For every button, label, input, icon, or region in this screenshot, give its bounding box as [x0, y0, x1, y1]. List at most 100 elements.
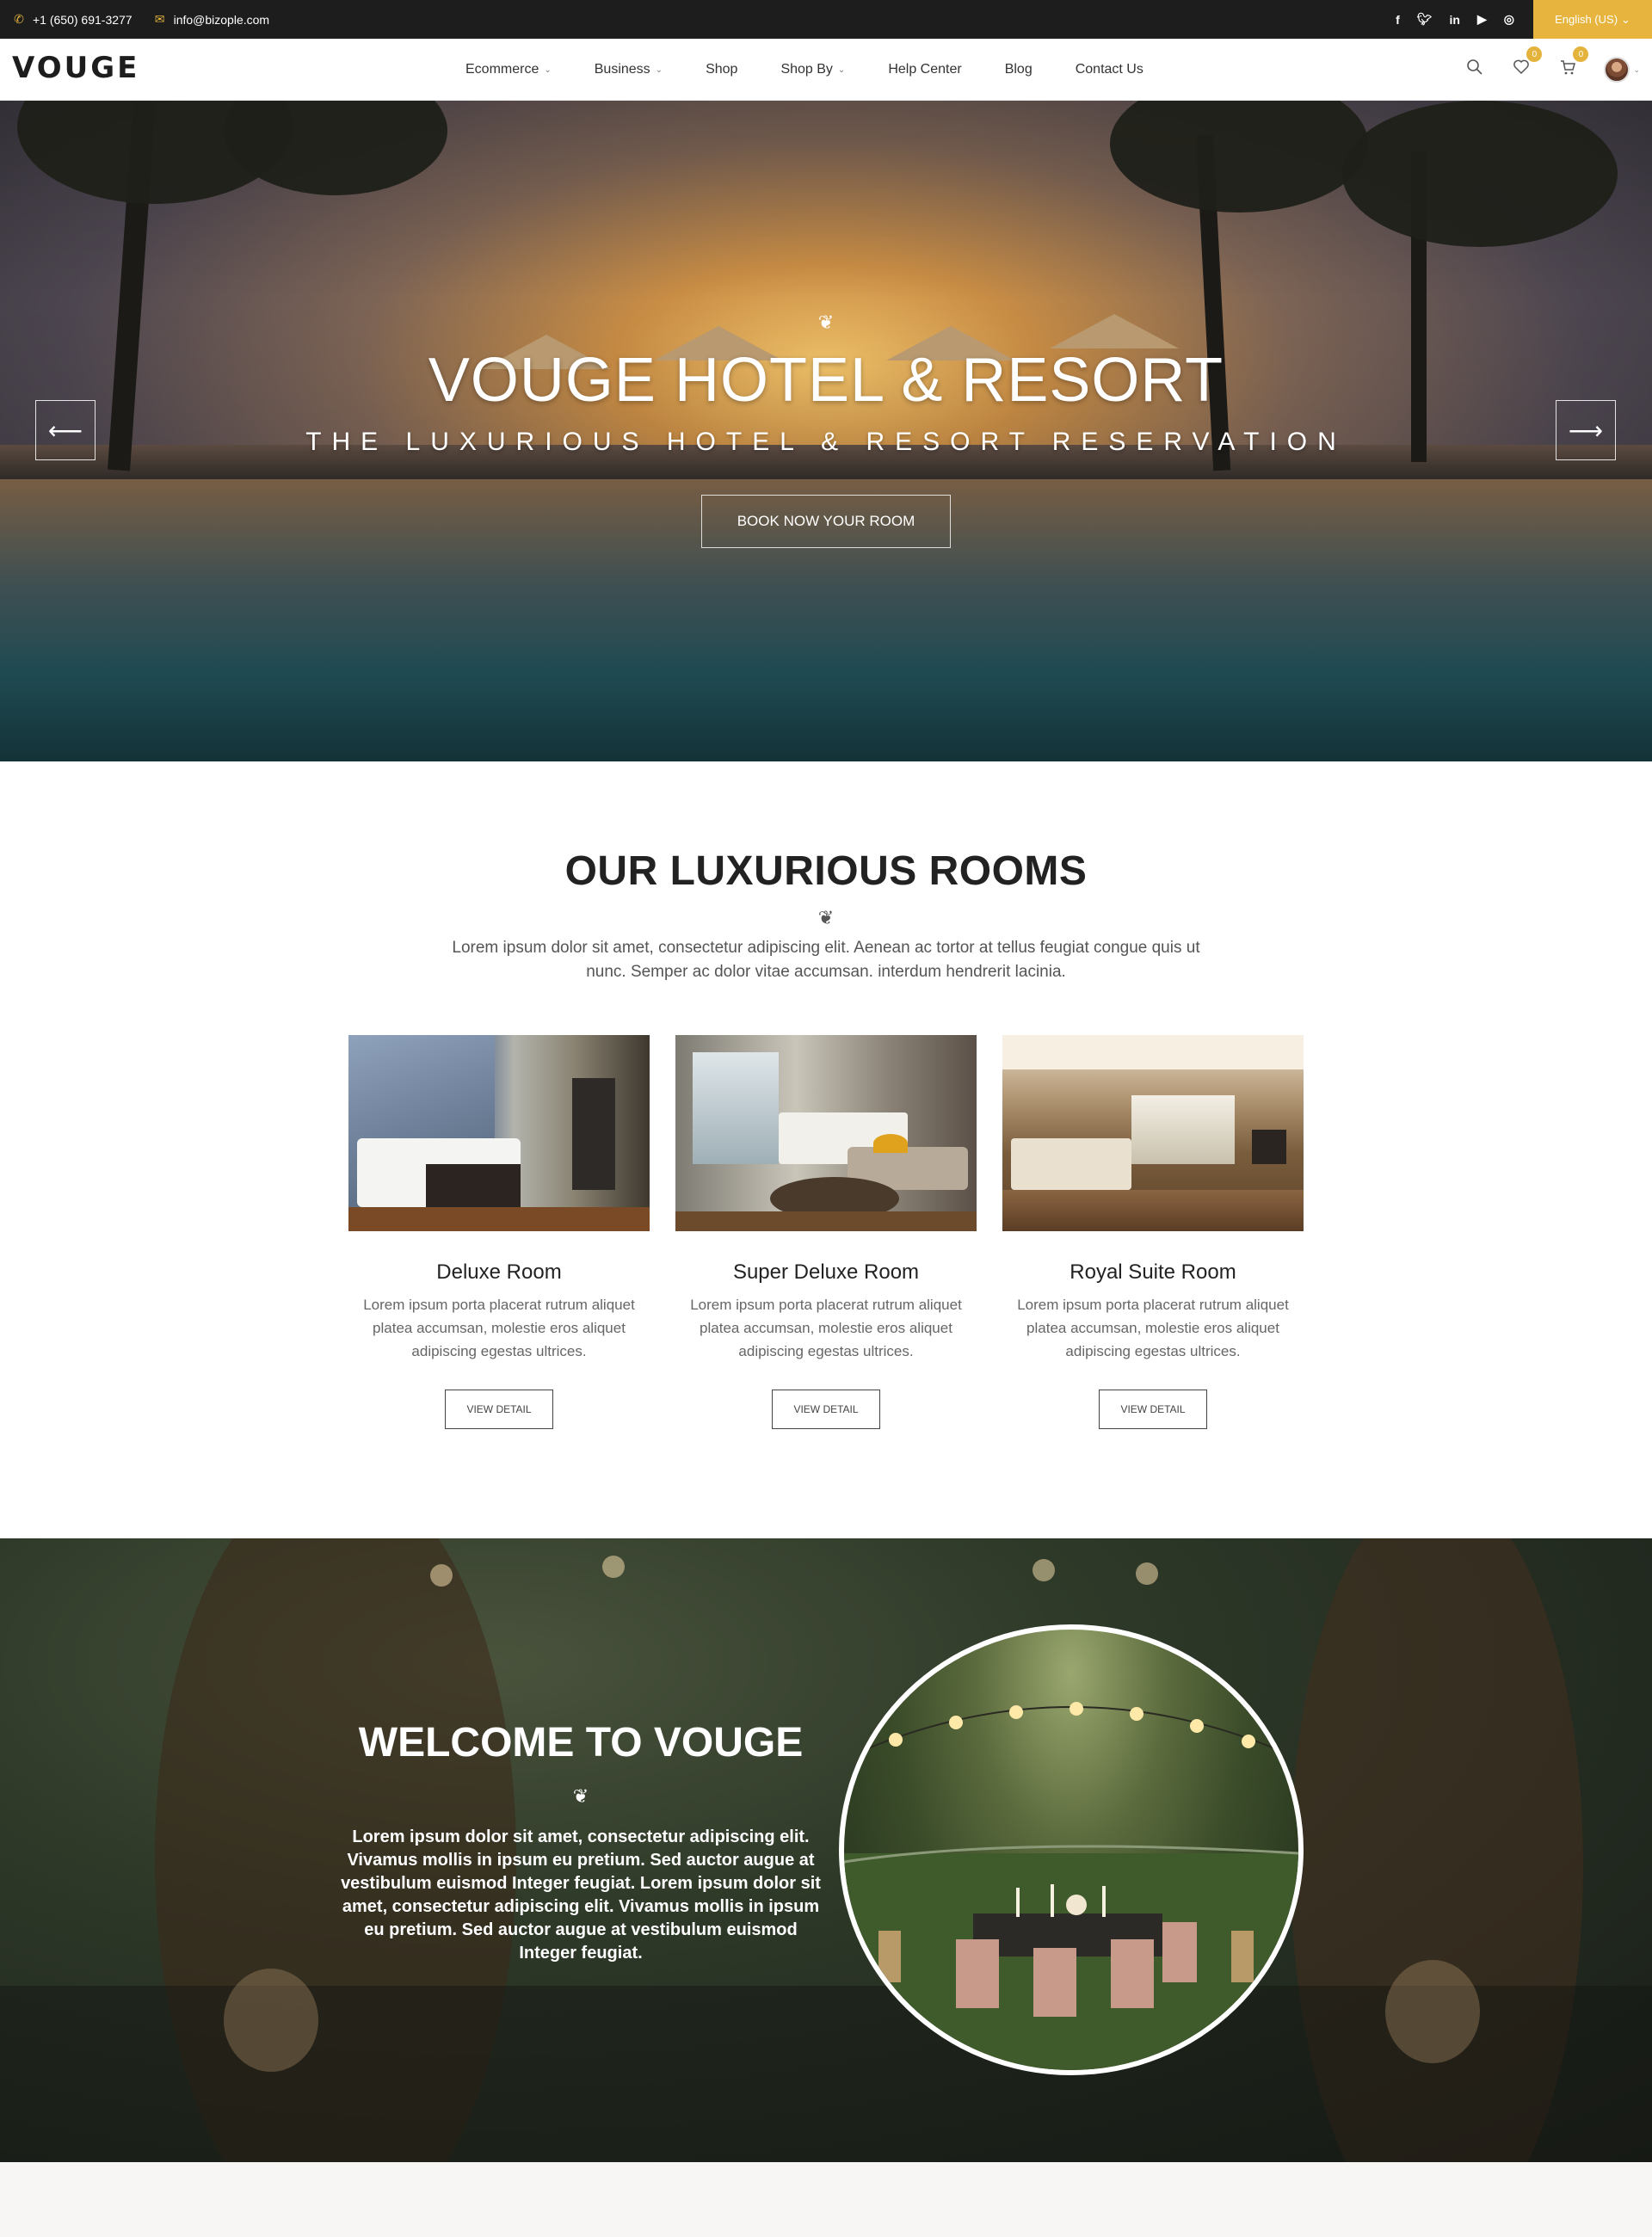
ornament-icon: ❦	[817, 312, 835, 334]
language-label: English (US)	[1555, 13, 1618, 26]
main-header: VOUGE Ecommerce ⌄ Business ⌄ Shop Shop By ⌄…	[0, 39, 1652, 101]
room-card: Super Deluxe Room Lorem ipsum porta plac…	[675, 1035, 977, 1429]
hero-subtitle: THE LUXURIOUS HOTEL & RESORT RESERVATION	[305, 428, 1347, 456]
room-text: Lorem ipsum porta placerat rutrum alique…	[363, 1297, 635, 1359]
twitter-icon[interactable]: 🐦︎	[1417, 12, 1433, 27]
ornament-icon: ❦	[572, 1786, 589, 1808]
phone-icon: ✆	[14, 12, 24, 26]
bed-graphic	[1011, 1138, 1131, 1190]
top-bar: ✆ +1 (650) 691-3277 ✉ info@bizople.com f…	[0, 0, 1652, 39]
rooms-section: OUR LUXURIOUS ROOMS ❦ Lorem ipsum dolor …	[0, 761, 1652, 1538]
hero-title: VOUGE HOTEL & RESORT	[428, 346, 1224, 415]
door-graphic	[572, 1078, 615, 1190]
rooms-title: OUR LUXURIOUS ROOMS	[564, 848, 1088, 894]
room-text: Lorem ipsum porta placerat rutrum alique…	[1017, 1297, 1289, 1359]
nav-item-business[interactable]: Business ⌄	[595, 62, 663, 77]
floor-graphic	[348, 1207, 650, 1231]
chevron-down-icon: ⌄	[837, 65, 846, 75]
envelope-icon: ✉	[154, 12, 165, 26]
nav-item-shop-by[interactable]: Shop By ⌄	[780, 62, 845, 77]
garden-dinner-graphic	[844, 1702, 1298, 2070]
nav-item-contact-us[interactable]: Contact Us	[1076, 62, 1143, 77]
nav-item-ecommerce[interactable]: Ecommerce ⌄	[465, 62, 552, 77]
wishlist-icon[interactable]: 0	[1511, 46, 1543, 81]
room-card: Deluxe Room Lorem ipsum porta placerat r…	[348, 1035, 650, 1429]
youtube-icon[interactable]: ▶	[1477, 12, 1487, 27]
social-links: f 🐦︎ in ▶ ◎	[1396, 0, 1514, 39]
chevron-down-icon: ⌄	[1633, 65, 1640, 74]
room-name: Royal Suite Room	[1069, 1260, 1236, 1284]
next-section-band	[0, 2162, 1652, 2237]
ornament-icon: ❦	[817, 908, 835, 929]
nav-label: Blog	[1004, 62, 1032, 77]
nav-label: Contact Us	[1075, 62, 1143, 77]
site-logo[interactable]: VOUGE	[12, 51, 139, 85]
light-blur-graphic	[1136, 1562, 1158, 1585]
view-detail-button[interactable]: VIEW DETAIL	[772, 1390, 880, 1429]
heart-glyph	[1513, 59, 1530, 75]
arrow-right-icon: ⟶	[1568, 416, 1604, 444]
chevron-down-icon: ⌄	[655, 65, 663, 75]
lantern-blur-graphic	[1385, 1960, 1480, 2063]
nav-item-blog[interactable]: Blog	[1005, 62, 1032, 77]
nav-item-shop[interactable]: Shop	[706, 62, 737, 77]
slider-prev-button[interactable]: ⟵	[35, 400, 96, 460]
chevron-down-icon: ⌄	[544, 65, 552, 75]
window-graphic	[1131, 1095, 1235, 1164]
email-address: info@bizople.com	[173, 12, 270, 27]
nav-label: Business	[594, 62, 650, 77]
lantern-blur-graphic	[224, 1969, 318, 2072]
linkedin-icon[interactable]: in	[1450, 13, 1460, 27]
room-name: Super Deluxe Room	[732, 1260, 920, 1284]
arrow-left-icon: ⟵	[47, 416, 83, 444]
nav-label: Ecommerce	[465, 62, 539, 77]
facebook-icon[interactable]: f	[1396, 13, 1400, 27]
view-detail-button[interactable]: VIEW DETAIL	[1099, 1390, 1207, 1429]
phone-number: +1 (650) 691-3277	[33, 12, 133, 27]
slider-next-button[interactable]: ⟶	[1556, 400, 1616, 460]
room-image[interactable]	[348, 1035, 650, 1231]
cushion-graphic	[873, 1134, 908, 1153]
view-detail-button[interactable]: VIEW DETAIL	[445, 1390, 553, 1429]
main-nav: Ecommerce ⌄ Business ⌄ Shop Shop By ⌄ Help …	[465, 39, 1143, 101]
floor-graphic	[675, 1211, 977, 1231]
nav-item-help-center[interactable]: Help Center	[888, 62, 961, 77]
rooms-description: Lorem ipsum dolor sit amet, consectetur …	[452, 939, 1200, 981]
cart-icon[interactable]: 0	[1557, 46, 1589, 81]
tv-graphic	[1252, 1130, 1286, 1164]
cart-glyph	[1561, 60, 1576, 75]
welcome-image	[839, 1624, 1304, 2075]
nav-label: Help Center	[888, 62, 962, 77]
welcome-section: WELCOME TO VOUGE ❦ Lorem ipsum dolor sit…	[0, 1538, 1652, 2162]
instagram-icon[interactable]: ◎	[1504, 12, 1514, 27]
hero-content: ❦ VOUGE HOTEL & RESORT THE LUXURIOUS HOT…	[0, 101, 1652, 761]
chevron-down-icon: ⌄	[1621, 12, 1630, 26]
nav-label: Shop	[706, 62, 738, 77]
bed-runner-graphic	[426, 1164, 521, 1207]
contact-info: ✆ +1 (650) 691-3277 ✉ info@bizople.com	[12, 0, 269, 39]
welcome-text: Lorem ipsum dolor sit amet, consectetur …	[341, 1827, 821, 1963]
light-blur-graphic	[430, 1564, 453, 1587]
cart-count-badge: 0	[1573, 46, 1589, 62]
light-blur-graphic	[602, 1556, 625, 1578]
light-blur-graphic	[1032, 1559, 1055, 1581]
room-card: Royal Suite Room Lorem ipsum porta place…	[1002, 1035, 1304, 1429]
header-actions: 0 0 ⌄	[1464, 39, 1640, 101]
avatar	[1604, 57, 1630, 83]
book-now-button[interactable]: BOOK NOW YOUR ROOM	[701, 495, 951, 548]
welcome-title: WELCOME TO VOUGE	[358, 1720, 804, 1766]
room-image[interactable]	[675, 1035, 977, 1231]
wishlist-count-badge: 0	[1526, 46, 1543, 62]
email-contact[interactable]: ✉ info@bizople.com	[153, 12, 270, 27]
search-glyph	[1467, 59, 1483, 75]
phone-contact[interactable]: ✆ +1 (650) 691-3277	[12, 12, 133, 27]
nav-label: Shop By	[780, 62, 833, 77]
user-menu[interactable]: ⌄	[1604, 57, 1640, 83]
room-image[interactable]	[1002, 1035, 1304, 1231]
window-graphic	[693, 1052, 779, 1164]
search-icon[interactable]	[1464, 59, 1485, 81]
room-text: Lorem ipsum porta placerat rutrum alique…	[690, 1297, 962, 1359]
floor-graphic	[1002, 1190, 1304, 1231]
room-name: Deluxe Room	[436, 1260, 562, 1284]
language-selector[interactable]: English (US) ⌄	[1533, 0, 1652, 39]
